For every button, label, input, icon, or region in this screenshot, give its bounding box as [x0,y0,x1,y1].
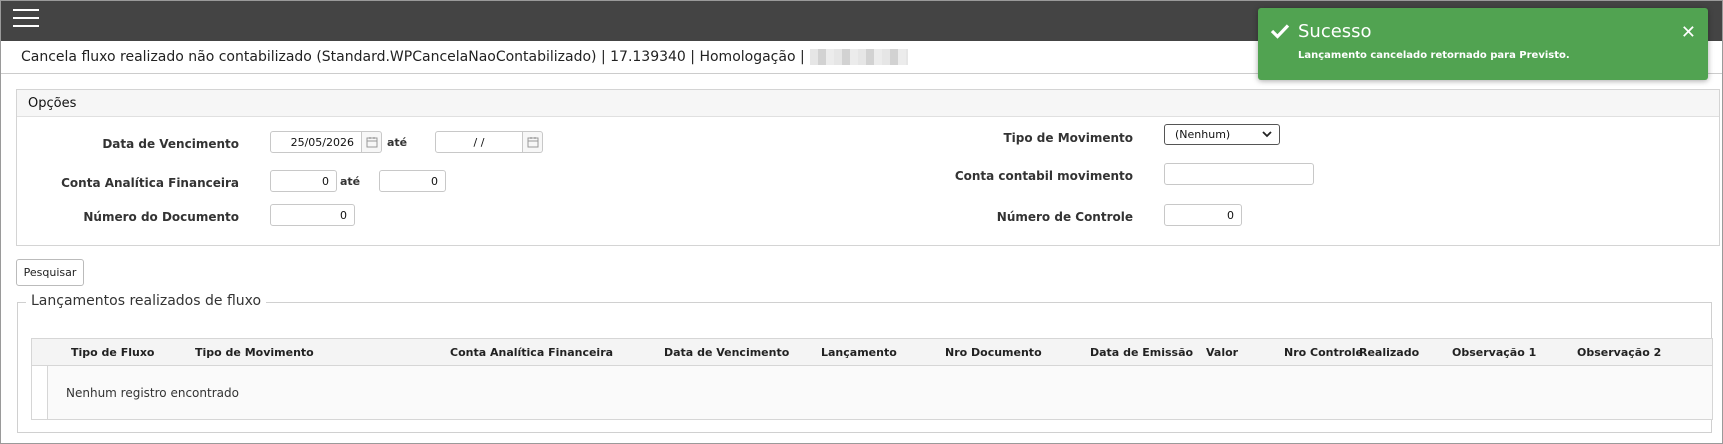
column-header[interactable]: Observação 2 [1577,346,1661,359]
results-grid: Tipo de Fluxo Tipo de Movimento Conta An… [31,338,1713,420]
pesquisar-button[interactable]: Pesquisar [16,259,84,286]
redacted-environment [809,49,908,65]
success-toast[interactable]: Sucesso Lançamento cancelado retornado p… [1258,8,1708,80]
numero-documento-label: Número do Documento [83,210,239,224]
column-header[interactable]: Data de Emissão [1090,346,1193,359]
chevron-down-icon [1262,131,1272,138]
grid-header: Tipo de Fluxo Tipo de Movimento Conta An… [32,339,1712,366]
toast-message: Lançamento cancelado retornado para Prev… [1298,50,1570,61]
results-title: Lançamentos realizados de fluxo [26,293,267,309]
conta-analitica-from-input[interactable] [270,170,337,192]
calendar-icon[interactable] [523,131,543,153]
empty-message: Nenhum registro encontrado [66,386,239,400]
conta-analitica-to-input[interactable] [379,170,446,192]
data-vencimento-from-input[interactable] [270,131,362,153]
conta-analitica-label: Conta Analítica Financeira [61,176,239,190]
column-header[interactable]: Tipo de Movimento [195,346,314,359]
options-panel-title: Opções [17,90,1719,117]
check-icon [1270,24,1290,39]
tipo-movimento-select[interactable]: (Nenhum) [1164,124,1280,145]
ate-label: até [340,175,361,188]
ate-label: até [387,136,408,149]
toast-title: Sucesso [1298,21,1372,42]
page-title: Cancela fluxo realizado não contabilizad… [21,49,805,65]
column-header[interactable]: Nro Documento [945,346,1042,359]
numero-documento-input[interactable] [270,204,355,226]
data-vencimento-label: Data de Vencimento [102,137,239,151]
grid-body [47,366,1712,419]
column-header[interactable]: Conta Analítica Financeira [450,346,613,359]
conta-contabil-input[interactable] [1164,163,1314,185]
numero-controle-label: Número de Controle [996,210,1133,224]
column-header[interactable]: Lançamento [821,346,897,359]
column-header[interactable]: Tipo de Fluxo [71,346,154,359]
menu-icon[interactable] [13,9,39,31]
numero-controle-input[interactable] [1164,204,1242,226]
tipo-movimento-label: Tipo de Movimento [1003,131,1133,145]
column-header[interactable]: Valor [1206,346,1238,359]
column-header[interactable]: Observação 1 [1452,346,1536,359]
data-vencimento-to-input[interactable] [435,131,523,153]
calendar-icon[interactable] [362,131,382,153]
conta-contabil-label: Conta contabil movimento [954,169,1133,183]
column-header[interactable]: Data de Vencimento [664,346,789,359]
column-header[interactable]: Nro Controle [1284,346,1363,359]
tipo-movimento-selected: (Nenhum) [1175,128,1231,141]
close-icon[interactable]: ✕ [1681,22,1696,43]
column-header[interactable]: Realizado [1359,346,1419,359]
